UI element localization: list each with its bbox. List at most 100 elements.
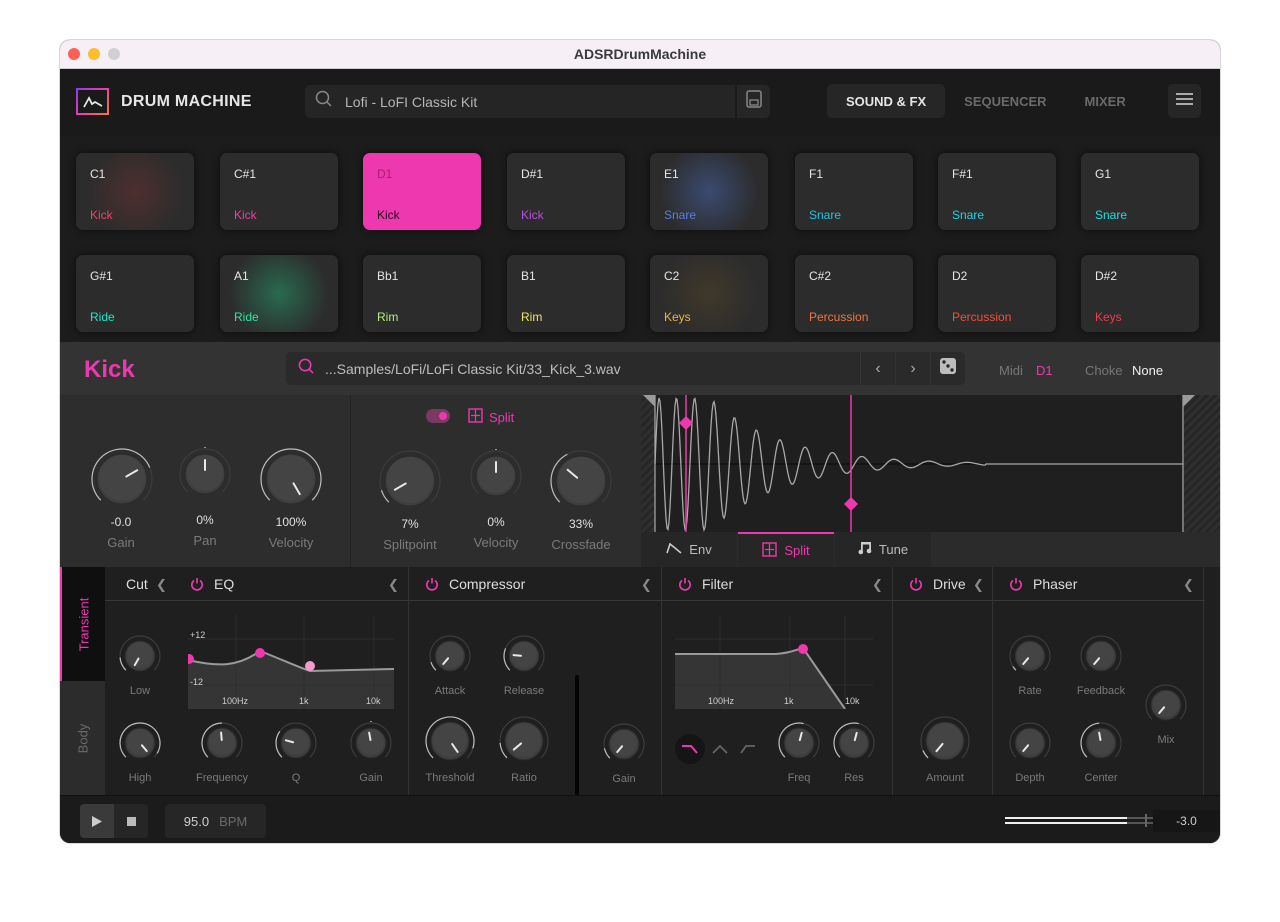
phaser-center-knob[interactable] [1079,721,1123,765]
drum-pad[interactable]: F#1 Snare [938,153,1056,230]
split-velocity-knob[interactable] [469,448,523,503]
cut-collapse-chevron[interactable]: ❮ [156,577,167,593]
tab-split[interactable]: Split [738,532,834,567]
fx-divider [892,567,893,795]
filter-res-knob[interactable] [832,721,876,765]
filter-cutoff-handle[interactable] [798,644,808,654]
split-point-handle[interactable] [844,497,858,511]
gain-knob[interactable] [90,447,154,511]
eq-power-icon[interactable] [190,577,204,591]
eq-band-2-handle[interactable] [255,648,265,658]
phaser-depth-knob[interactable] [1008,721,1052,765]
filter-collapse-chevron[interactable]: ❮ [872,577,883,593]
filter-power-icon[interactable] [678,577,692,591]
drive-amount-knob[interactable] [919,715,971,767]
phaser-collapse-chevron[interactable]: ❮ [1183,577,1194,593]
window-title: ADSRDrumMachine [573,46,707,62]
filter-type-highpass-button[interactable] [739,741,761,757]
instrument-header: Kick ...Samples/LoFi/LoFi Classic Kit/33… [60,342,1220,395]
tab-sequencer[interactable]: SEQUENCER [945,84,1065,118]
pad-instrument-name: Kick [377,208,400,222]
threshold-label: Threshold [425,772,475,784]
waveform-display[interactable] [641,395,1220,533]
gain-knob-group: -0.0 Gain [90,447,154,550]
drum-pad[interactable]: D2 Percussion [938,255,1056,332]
drum-pad[interactable]: C#2 Percussion [795,255,913,332]
drum-pad[interactable]: C2 Keys [650,255,768,332]
eq-title: EQ [214,576,235,592]
velocity-knob[interactable] [259,447,323,511]
filter-type-lowpass-button[interactable] [675,734,705,764]
drum-pad[interactable]: C#1 Kick [220,153,338,230]
lowpass-icon [682,745,698,754]
tab-env[interactable]: Env [641,532,737,567]
drum-pad[interactable]: D#2 Keys [1081,255,1199,332]
phaser-mix-knob[interactable] [1144,683,1188,727]
drive-power-icon[interactable] [909,577,923,591]
tab-tune[interactable]: Tune [835,532,931,567]
drum-pad[interactable]: F1 Snare [795,153,913,230]
phaser-power-icon[interactable] [1009,577,1023,591]
search-icon [298,358,315,380]
menu-button[interactable] [1168,84,1201,118]
eq-gain-knob[interactable] [349,720,393,765]
pad-instrument-name: Keys [664,310,691,324]
drum-pad[interactable]: G#1 Ride [76,255,194,332]
eq-q-knob[interactable] [274,721,318,765]
choke-group-value[interactable]: None [1132,363,1163,378]
drive-collapse-chevron[interactable]: ❮ [973,577,984,593]
midi-note-value[interactable]: D1 [1036,363,1053,378]
eq-collapse-chevron[interactable]: ❮ [388,577,399,593]
stop-button[interactable] [114,804,148,838]
side-tab-transient[interactable]: Transient [60,567,105,681]
bpm-field[interactable]: 95.0 BPM [165,804,266,838]
compressor-power-icon[interactable] [425,577,439,591]
cut-high-knob[interactable] [118,721,162,765]
splitpoint-knob[interactable] [378,449,442,513]
comp-gain-knob[interactable] [602,722,646,766]
random-sample-button[interactable] [931,352,965,385]
attack-knob[interactable] [428,634,472,678]
sample-browser[interactable]: ...Samples/LoFi/LoFi Classic Kit/33_Kick… [286,352,860,385]
split-start-handle[interactable] [679,416,693,430]
drum-pad[interactable]: G1 Snare [1081,153,1199,230]
save-preset-button[interactable] [737,85,770,118]
release-knob[interactable] [502,634,546,678]
phaser-feedback-knob[interactable] [1079,634,1123,678]
crossfade-knob[interactable] [549,449,613,513]
cut-high-label: High [128,772,152,784]
next-sample-button[interactable]: › [896,352,930,385]
pad-note: D#2 [1095,269,1118,283]
split-toggle[interactable] [426,409,450,423]
cut-title: Cut [126,576,148,592]
ratio-knob[interactable] [498,715,550,767]
play-button[interactable] [80,804,114,838]
filter-type-bandpass-button[interactable] [711,741,733,757]
drum-pad[interactable]: D1 Kick [363,153,481,230]
drum-pad[interactable]: A1 Ride [220,255,338,332]
filter-graph[interactable]: 100Hz 1k 10k [675,615,873,710]
tab-sound-fx[interactable]: SOUND & FX [827,84,946,118]
cut-low-knob[interactable] [118,634,162,678]
drum-pad[interactable]: E1 Snare [650,153,768,230]
threshold-knob[interactable] [424,715,476,767]
phaser-rate-knob[interactable] [1008,634,1052,678]
pan-knob[interactable] [178,446,232,501]
drum-pad[interactable]: B1 Rim [507,255,625,332]
split-icon [468,408,483,426]
phaser-center-knob-group: Center [1079,721,1123,784]
side-tab-body[interactable]: Body [60,681,105,795]
previous-sample-button[interactable]: ‹ [861,352,895,385]
drum-pad[interactable]: Bb1 Rim [363,255,481,332]
compressor-collapse-chevron[interactable]: ❮ [641,577,652,593]
eq-frequency-knob[interactable] [200,721,244,765]
output-level-value[interactable]: -3.0 [1153,810,1220,832]
drum-pad[interactable]: C1 Kick [76,153,194,230]
preset-browser[interactable]: Lofi - LoFI Classic Kit [305,85,735,118]
filter-freq-knob[interactable] [777,721,821,765]
eq-graph[interactable]: +12 -12 100Hz 1k 10k [184,615,395,709]
drum-pad[interactable]: D#1 Kick [507,153,625,230]
output-level-meter[interactable] [1005,814,1155,827]
tab-mixer[interactable]: MIXER [1066,84,1145,118]
eq-band-3-handle[interactable] [305,661,315,671]
